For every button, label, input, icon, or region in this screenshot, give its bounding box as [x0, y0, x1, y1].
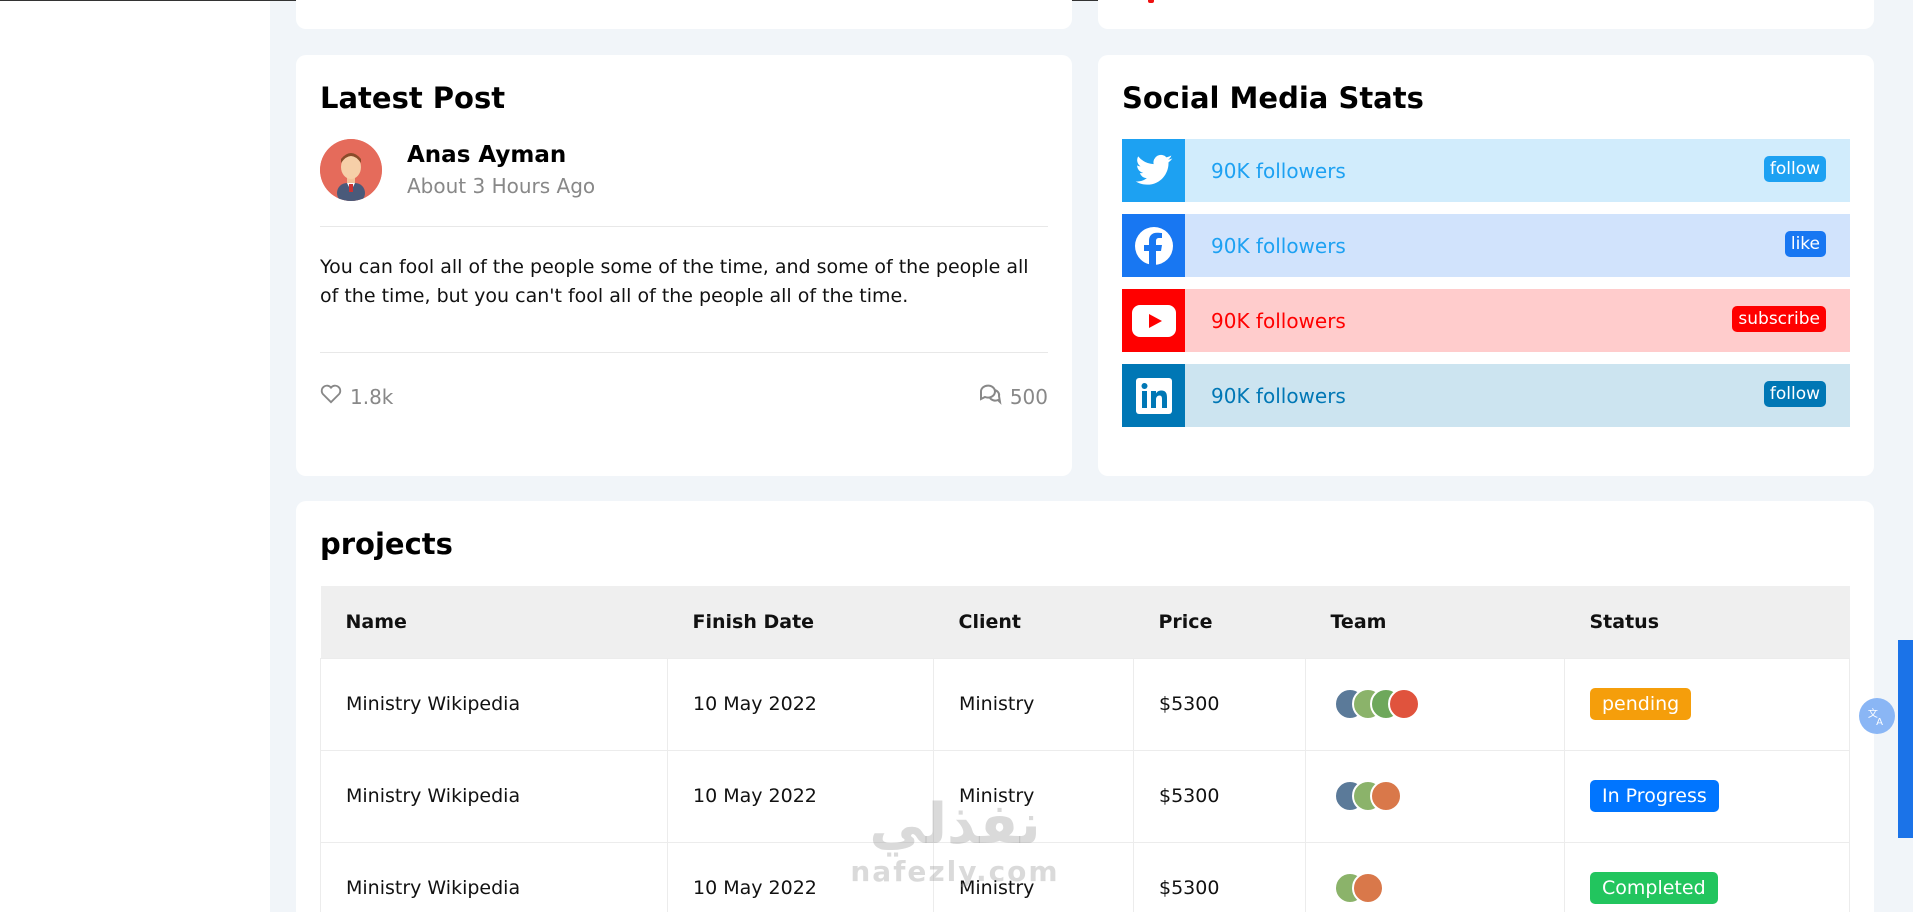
red-marker [1148, 0, 1154, 3]
header-status: Status [1564, 586, 1850, 658]
header-finish-date: Finish Date [667, 586, 934, 658]
translate-icon[interactable]: 文A [1859, 698, 1895, 734]
linkedin-icon [1122, 364, 1185, 427]
facebook-icon [1122, 214, 1185, 277]
comments-icon [978, 383, 1002, 410]
social-row-youtube: 90K followers subscribe [1122, 289, 1850, 352]
social-row-twitter: 90K followers follow [1122, 139, 1850, 202]
svg-text:A: A [1876, 717, 1883, 727]
header-price: Price [1133, 586, 1306, 658]
page: Latest Post Anas Ayman About 3 Hours Ago… [0, 0, 1913, 912]
likes-stat[interactable]: 1.8k [320, 384, 393, 409]
author-name[interactable]: Anas Ayman [407, 142, 595, 168]
table-row[interactable]: Ministry Wikipedia 10 May 2022 Ministry … [320, 657, 1850, 751]
twitter-followers: 90K followers [1211, 158, 1346, 183]
top-card-left [296, 0, 1072, 29]
twitter-follow-button[interactable]: follow [1763, 156, 1826, 182]
table-header-row: Name Finish Date Client Price Team Statu… [320, 586, 1850, 658]
project-team [1305, 749, 1565, 843]
latest-post-card: Latest Post Anas Ayman About 3 Hours Ago… [296, 55, 1072, 476]
linkedin-follow-button[interactable]: follow [1763, 381, 1826, 407]
project-date: 10 May 2022 [667, 657, 934, 751]
facebook-like-button[interactable]: like [1784, 231, 1826, 257]
comments-count: 500 [1009, 384, 1048, 409]
header-team: Team [1305, 586, 1565, 658]
team-member-avatar [1352, 872, 1384, 904]
watermark: نفذلي nafezly.com [840, 792, 1070, 889]
project-name: Ministry Wikipedia [320, 657, 668, 751]
project-team [1305, 657, 1565, 751]
youtube-subscribe-button[interactable]: subscribe [1732, 306, 1826, 332]
avatar [320, 139, 382, 201]
post-footer: 1.8k 500 [320, 383, 1048, 410]
divider [320, 352, 1048, 353]
divider [320, 226, 1048, 227]
projects-title: projects [320, 527, 453, 561]
project-name: Ministry Wikipedia [320, 749, 668, 843]
team-member-avatar [1388, 688, 1420, 720]
facebook-followers: 90K followers [1211, 233, 1346, 258]
project-price: $5300 [1133, 657, 1306, 751]
youtube-icon [1122, 289, 1185, 352]
projects-table: Name Finish Date Client Price Team Statu… [320, 586, 1850, 912]
project-client: Ministry [933, 657, 1134, 751]
twitter-icon [1122, 139, 1185, 202]
social-list: 90K followers follow 90K followers like … [1122, 139, 1850, 439]
project-price: $5300 [1133, 841, 1306, 912]
status-badge: Completed [1590, 872, 1718, 904]
project-name: Ministry Wikipedia [320, 841, 668, 912]
sidebar [0, 0, 270, 912]
latest-post-title: Latest Post [320, 81, 506, 115]
youtube-followers: 90K followers [1211, 308, 1346, 333]
watermark-arabic: نفذلي [869, 792, 1041, 857]
linkedin-followers: 90K followers [1211, 383, 1346, 408]
project-status: pending [1564, 657, 1850, 751]
projects-card: projects Name Finish Date Client Price T… [296, 501, 1874, 912]
top-card-right [1098, 0, 1874, 29]
team-member-avatar [1370, 780, 1402, 812]
comments-stat[interactable]: 500 [978, 383, 1048, 410]
social-row-linkedin: 90K followers follow [1122, 364, 1850, 427]
heart-icon [320, 384, 342, 409]
status-badge: pending [1590, 688, 1692, 720]
header-name: Name [320, 586, 668, 658]
likes-count: 1.8k [350, 384, 394, 409]
project-team [1305, 841, 1565, 912]
project-status: In Progress [1564, 749, 1850, 843]
social-row-facebook: 90K followers like [1122, 214, 1850, 277]
post-author: Anas Ayman About 3 Hours Ago [320, 139, 595, 201]
post-body: You can fool all of the people some of t… [320, 256, 1029, 307]
project-status: Completed [1564, 841, 1850, 912]
post-time: About 3 Hours Ago [407, 174, 596, 198]
table-row[interactable]: Ministry Wikipedia 10 May 2022 Ministry … [320, 749, 1850, 843]
project-price: $5300 [1133, 749, 1306, 843]
status-badge: In Progress [1590, 780, 1719, 812]
main-content: Latest Post Anas Ayman About 3 Hours Ago… [270, 0, 1874, 912]
header-client: Client [933, 586, 1134, 658]
watermark-latin: nafezly.com [850, 855, 1060, 888]
social-media-card: Social Media Stats 90K followers follow … [1098, 55, 1874, 476]
table-row[interactable]: Ministry Wikipedia 10 May 2022 Ministry … [320, 841, 1850, 912]
social-media-title: Social Media Stats [1122, 81, 1424, 115]
scroll-indicator[interactable] [1898, 640, 1913, 838]
